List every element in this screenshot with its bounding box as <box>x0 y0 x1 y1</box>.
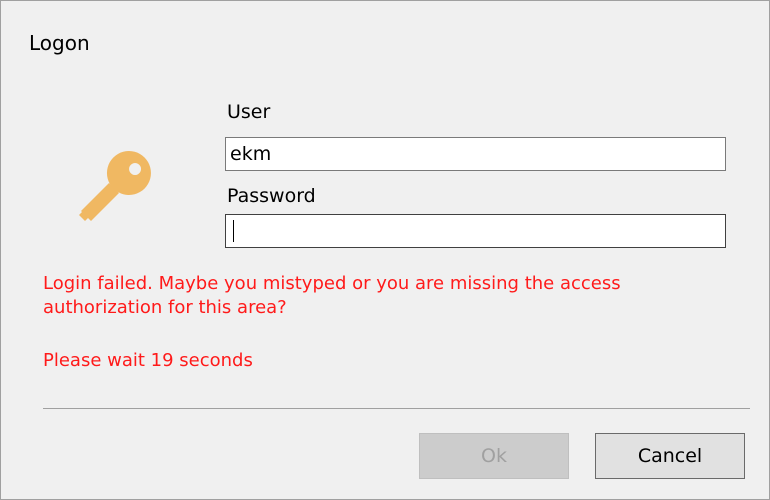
title-bar[interactable]: Logon <box>1 1 769 87</box>
key-icon <box>79 149 159 223</box>
window-title: Logon <box>29 31 90 55</box>
password-input[interactable] <box>225 214 726 248</box>
user-label: User <box>227 101 271 123</box>
login-error-message: Login failed. Maybe you mistyped or you … <box>43 273 621 318</box>
logon-dialog: Logon User Password Login failed. Maybe … <box>0 0 770 500</box>
ok-button[interactable]: Ok <box>419 433 569 479</box>
cancel-button[interactable]: Cancel <box>595 433 745 479</box>
text-caret <box>233 220 234 242</box>
separator <box>43 408 750 409</box>
user-input[interactable] <box>225 137 726 171</box>
wait-countdown-message: Please wait 19 seconds <box>43 350 253 371</box>
password-label: Password <box>227 185 316 207</box>
